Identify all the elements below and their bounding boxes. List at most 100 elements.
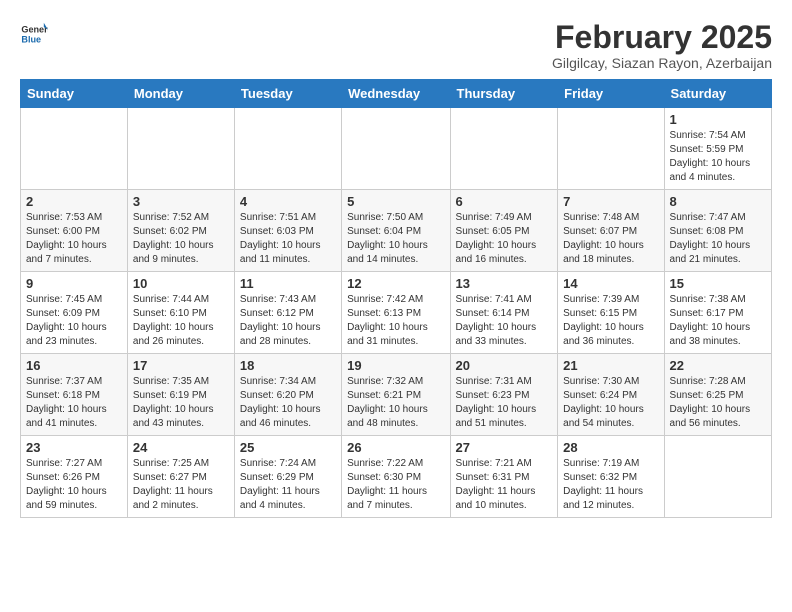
day-info: Sunrise: 7:48 AM Sunset: 6:07 PM Dayligh…	[563, 211, 658, 267]
day-cell: 3 Sunrise: 7:52 AM Sunset: 6:02 PM Daylig…	[127, 190, 234, 272]
day-cell: 6 Sunrise: 7:49 AM Sunset: 6:05 PM Daylig…	[450, 190, 558, 272]
day-info: Sunrise: 7:52 AM Sunset: 6:02 PM Dayligh…	[133, 211, 229, 267]
week-row-1: 1 Sunrise: 7:54 AM Sunset: 5:59 PM Daylig…	[21, 108, 772, 190]
day-info: Sunrise: 7:35 AM Sunset: 6:19 PM Dayligh…	[133, 375, 229, 431]
day-number: 27	[456, 440, 553, 455]
day-number: 24	[133, 440, 229, 455]
day-cell: 12 Sunrise: 7:42 AM Sunset: 6:13 PM Dayli…	[342, 272, 450, 354]
day-info: Sunrise: 7:54 AM Sunset: 5:59 PM Dayligh…	[670, 129, 766, 185]
header-row: SundayMondayTuesdayWednesdayThursdayFrid…	[21, 80, 772, 108]
day-info: Sunrise: 7:51 AM Sunset: 6:03 PM Dayligh…	[240, 211, 336, 267]
day-number: 12	[347, 276, 444, 291]
day-cell: 10Sunrise: 7:44 AM Sunset: 6:10 PM Dayli…	[127, 272, 234, 354]
day-cell: 19 Sunrise: 7:32 AM Sunset: 6:21 PM Dayli…	[342, 354, 450, 436]
day-cell: 24 Sunrise: 7:25 AM Sunset: 6:27 PM Dayli…	[127, 436, 234, 518]
day-cell: 27Sunrise: 7:21 AM Sunset: 6:31 PM Dayli…	[450, 436, 558, 518]
day-cell: 13Sunrise: 7:41 AM Sunset: 6:14 PM Dayli…	[450, 272, 558, 354]
day-number: 2	[26, 194, 122, 209]
day-info: Sunrise: 7:22 AM Sunset: 6:30 PM Dayligh…	[347, 457, 444, 513]
day-info: Sunrise: 7:30 AM Sunset: 6:24 PM Dayligh…	[563, 375, 658, 431]
day-number: 7	[563, 194, 658, 209]
day-info: Sunrise: 7:39 AM Sunset: 6:15 PM Dayligh…	[563, 293, 658, 349]
day-info: Sunrise: 7:42 AM Sunset: 6:13 PM Dayligh…	[347, 293, 444, 349]
col-header-tuesday: Tuesday	[234, 80, 341, 108]
day-cell: 28Sunrise: 7:19 AM Sunset: 6:32 PM Dayli…	[558, 436, 664, 518]
week-row-3: 9 Sunrise: 7:45 AM Sunset: 6:09 PM Daylig…	[21, 272, 772, 354]
day-cell	[664, 436, 771, 518]
title-block: February 2025 Gilgilcay, Siazan Rayon, A…	[552, 20, 772, 71]
day-number: 14	[563, 276, 658, 291]
day-number: 15	[670, 276, 766, 291]
day-number: 22	[670, 358, 766, 373]
day-cell: 2 Sunrise: 7:53 AM Sunset: 6:00 PM Daylig…	[21, 190, 128, 272]
week-row-2: 2 Sunrise: 7:53 AM Sunset: 6:00 PM Daylig…	[21, 190, 772, 272]
col-header-thursday: Thursday	[450, 80, 558, 108]
day-cell	[234, 108, 341, 190]
day-info: Sunrise: 7:37 AM Sunset: 6:18 PM Dayligh…	[26, 375, 122, 431]
day-cell: 17 Sunrise: 7:35 AM Sunset: 6:19 PM Dayli…	[127, 354, 234, 436]
day-number: 21	[563, 358, 658, 373]
day-number: 3	[133, 194, 229, 209]
day-info: Sunrise: 7:34 AM Sunset: 6:20 PM Dayligh…	[240, 375, 336, 431]
col-header-wednesday: Wednesday	[342, 80, 450, 108]
day-number: 25	[240, 440, 336, 455]
day-info: Sunrise: 7:38 AM Sunset: 6:17 PM Dayligh…	[670, 293, 766, 349]
calendar-table: SundayMondayTuesdayWednesdayThursdayFrid…	[20, 79, 772, 518]
day-number: 1	[670, 112, 766, 127]
day-info: Sunrise: 7:45 AM Sunset: 6:09 PM Dayligh…	[26, 293, 122, 349]
day-number: 11	[240, 276, 336, 291]
day-number: 28	[563, 440, 658, 455]
day-cell: 15 Sunrise: 7:38 AM Sunset: 6:17 PM Dayli…	[664, 272, 771, 354]
day-info: Sunrise: 7:31 AM Sunset: 6:23 PM Dayligh…	[456, 375, 553, 431]
day-info: Sunrise: 7:43 AM Sunset: 6:12 PM Dayligh…	[240, 293, 336, 349]
day-info: Sunrise: 7:28 AM Sunset: 6:25 PM Dayligh…	[670, 375, 766, 431]
logo-icon: General Blue	[20, 20, 48, 48]
day-info: Sunrise: 7:44 AM Sunset: 6:10 PM Dayligh…	[133, 293, 229, 349]
day-number: 16	[26, 358, 122, 373]
day-info: Sunrise: 7:50 AM Sunset: 6:04 PM Dayligh…	[347, 211, 444, 267]
day-cell: 25 Sunrise: 7:24 AM Sunset: 6:29 PM Dayli…	[234, 436, 341, 518]
day-cell	[342, 108, 450, 190]
day-cell: 18Sunrise: 7:34 AM Sunset: 6:20 PM Dayli…	[234, 354, 341, 436]
day-cell: 26 Sunrise: 7:22 AM Sunset: 6:30 PM Dayli…	[342, 436, 450, 518]
day-cell: 20 Sunrise: 7:31 AM Sunset: 6:23 PM Dayli…	[450, 354, 558, 436]
day-cell	[450, 108, 558, 190]
day-info: Sunrise: 7:32 AM Sunset: 6:21 PM Dayligh…	[347, 375, 444, 431]
day-info: Sunrise: 7:25 AM Sunset: 6:27 PM Dayligh…	[133, 457, 229, 513]
day-number: 4	[240, 194, 336, 209]
col-header-saturday: Saturday	[664, 80, 771, 108]
day-info: Sunrise: 7:27 AM Sunset: 6:26 PM Dayligh…	[26, 457, 122, 513]
month-year-title: February 2025	[552, 20, 772, 55]
day-info: Sunrise: 7:53 AM Sunset: 6:00 PM Dayligh…	[26, 211, 122, 267]
day-cell: 1 Sunrise: 7:54 AM Sunset: 5:59 PM Daylig…	[664, 108, 771, 190]
day-cell	[558, 108, 664, 190]
day-number: 5	[347, 194, 444, 209]
day-cell: 9 Sunrise: 7:45 AM Sunset: 6:09 PM Daylig…	[21, 272, 128, 354]
day-info: Sunrise: 7:47 AM Sunset: 6:08 PM Dayligh…	[670, 211, 766, 267]
day-info: Sunrise: 7:49 AM Sunset: 6:05 PM Dayligh…	[456, 211, 553, 267]
day-info: Sunrise: 7:24 AM Sunset: 6:29 PM Dayligh…	[240, 457, 336, 513]
day-cell: 22 Sunrise: 7:28 AM Sunset: 6:25 PM Dayli…	[664, 354, 771, 436]
day-number: 13	[456, 276, 553, 291]
week-row-4: 16 Sunrise: 7:37 AM Sunset: 6:18 PM Dayli…	[21, 354, 772, 436]
week-row-5: 23 Sunrise: 7:27 AM Sunset: 6:26 PM Dayli…	[21, 436, 772, 518]
page-header: General Blue February 2025 Gilgilcay, Si…	[20, 20, 772, 71]
day-cell: 23 Sunrise: 7:27 AM Sunset: 6:26 PM Dayli…	[21, 436, 128, 518]
day-cell: 8 Sunrise: 7:47 AM Sunset: 6:08 PM Daylig…	[664, 190, 771, 272]
day-cell: 4 Sunrise: 7:51 AM Sunset: 6:03 PM Daylig…	[234, 190, 341, 272]
day-cell: 5 Sunrise: 7:50 AM Sunset: 6:04 PM Daylig…	[342, 190, 450, 272]
day-number: 9	[26, 276, 122, 291]
day-number: 6	[456, 194, 553, 209]
day-cell	[21, 108, 128, 190]
day-number: 19	[347, 358, 444, 373]
day-cell: 7 Sunrise: 7:48 AM Sunset: 6:07 PM Daylig…	[558, 190, 664, 272]
location-subtitle: Gilgilcay, Siazan Rayon, Azerbaijan	[552, 55, 772, 71]
day-number: 20	[456, 358, 553, 373]
col-header-sunday: Sunday	[21, 80, 128, 108]
col-header-monday: Monday	[127, 80, 234, 108]
day-number: 17	[133, 358, 229, 373]
svg-text:Blue: Blue	[21, 34, 41, 44]
day-number: 23	[26, 440, 122, 455]
day-number: 8	[670, 194, 766, 209]
day-number: 26	[347, 440, 444, 455]
